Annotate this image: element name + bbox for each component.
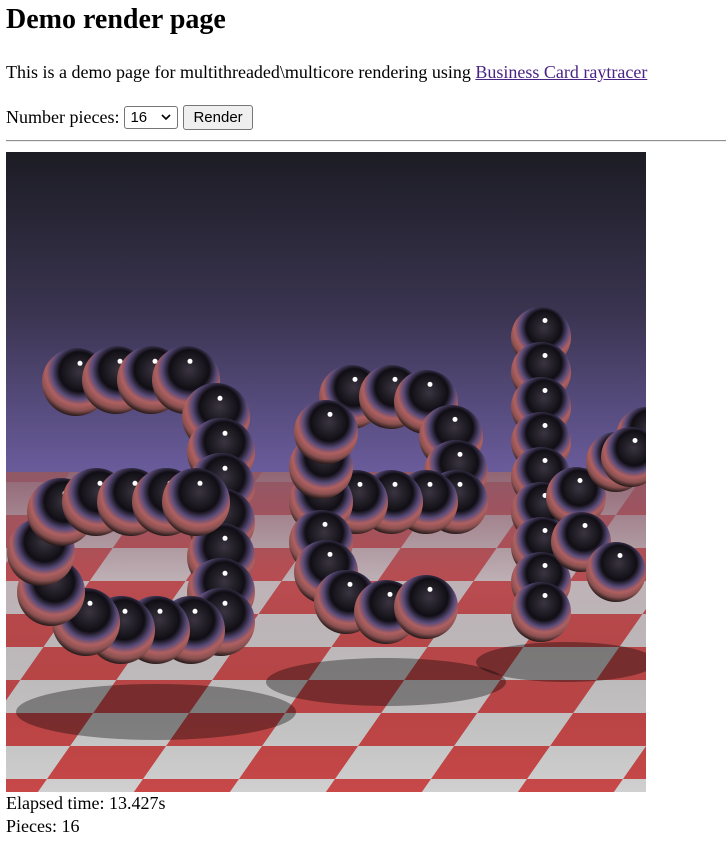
sphere-highlight: [222, 535, 228, 541]
sphere-highlight: [222, 465, 228, 471]
intro-paragraph: This is a demo page for multithreaded\mu…: [6, 61, 647, 83]
sphere-highlight: [427, 586, 433, 592]
page-title: Demo render page: [6, 4, 226, 35]
sphere-highlight: [452, 416, 458, 422]
chevron-down-icon: [161, 113, 172, 120]
sphere-highlight: [217, 395, 223, 401]
sphere-highlight: [542, 318, 548, 323]
render-button[interactable]: Render: [183, 104, 253, 130]
sphere-highlight: [542, 563, 548, 568]
sphere: [586, 542, 646, 602]
raytracer-link[interactable]: Business Card raytracer: [475, 62, 647, 82]
sphere-highlight: [542, 353, 548, 358]
sphere-highlight: [357, 481, 363, 487]
sphere-highlight: [632, 438, 638, 443]
sphere-highlight: [327, 551, 333, 557]
sphere-highlight: [457, 481, 463, 487]
sphere-highlight: [322, 521, 328, 527]
sphere-highlight: [387, 591, 393, 597]
render-controls: Number pieces: 16 Render: [6, 104, 253, 130]
pieces-count: Pieces: 16: [6, 815, 166, 838]
sphere-highlight: [617, 553, 623, 558]
sphere: [394, 575, 458, 639]
sphere-highlight: [427, 381, 433, 387]
sphere-highlight: [392, 481, 398, 487]
sphere-highlight: [192, 608, 198, 614]
sphere-highlight: [542, 388, 548, 393]
sphere-highlight: [577, 478, 583, 483]
sphere-highlight: [542, 458, 548, 463]
sphere-highlight: [222, 570, 228, 576]
pieces-select-value: 16: [130, 108, 148, 126]
sphere-highlight: [352, 376, 358, 382]
elapsed-time: Elapsed time: 13.427s: [6, 792, 166, 815]
sphere-highlight: [187, 358, 193, 364]
render-canvas: [6, 152, 646, 792]
sphere-highlight: [542, 528, 548, 533]
sphere-highlight: [392, 376, 398, 382]
pieces-count-value: 16: [61, 816, 80, 836]
sphere-highlight: [157, 608, 163, 614]
elapsed-label: Elapsed time:: [6, 793, 105, 813]
sphere-highlight: [542, 593, 548, 598]
sphere-highlight: [542, 423, 548, 428]
elapsed-value: 13.427s: [108, 793, 166, 813]
sphere-highlight: [222, 430, 228, 436]
sphere-highlight: [327, 411, 333, 417]
sphere-highlight: [77, 360, 83, 366]
pieces-label: Number pieces:: [6, 106, 120, 127]
sphere-highlight: [122, 608, 128, 614]
render-stats: Elapsed time: 13.427s Pieces: 16: [6, 792, 166, 838]
sphere-highlight: [582, 523, 588, 528]
sphere-highlight: [197, 480, 203, 486]
sphere-highlight: [87, 600, 93, 606]
sphere: [511, 582, 571, 642]
raytraced-image: [6, 152, 646, 792]
pieces-select[interactable]: 16: [124, 105, 179, 129]
sphere: [294, 400, 358, 464]
pieces-count-label: Pieces:: [6, 816, 57, 836]
separator: [6, 140, 726, 142]
sphere-highlight: [347, 581, 353, 587]
sphere-highlight: [222, 600, 228, 606]
intro-text: This is a demo page for multithreaded\mu…: [6, 62, 476, 82]
sphere-highlight: [427, 481, 433, 487]
sphere: [162, 468, 230, 536]
sphere-highlight: [457, 451, 463, 457]
